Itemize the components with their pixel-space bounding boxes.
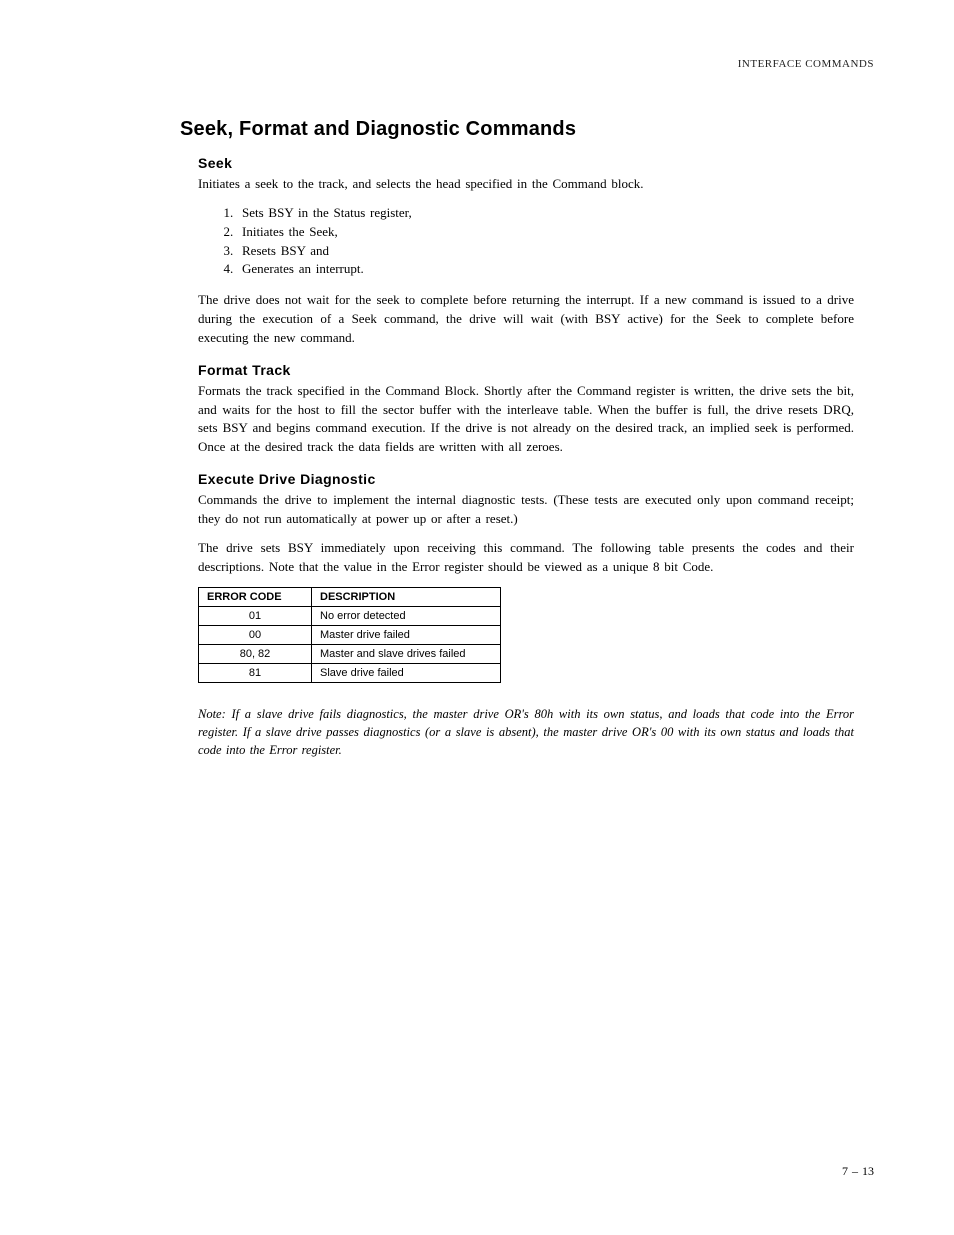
seek-intro: Initiates a seek to the track, and selec… <box>180 175 854 194</box>
table-header-desc: DESCRIPTION <box>312 587 501 606</box>
error-code-cell: 01 <box>199 606 312 625</box>
page-number: 7 – 13 <box>842 1164 874 1179</box>
seek-list-item: Sets BSY in the Status register, <box>238 204 854 223</box>
diagnostic-heading: Execute Drive Diagnostic <box>180 471 854 487</box>
diagnostic-note: Note: If a slave drive fails diagnostics… <box>180 705 854 759</box>
table-row: 01 No error detected <box>199 606 501 625</box>
table-header-code: ERROR CODE <box>199 587 312 606</box>
seek-list: Sets BSY in the Status register, Initiat… <box>180 204 854 279</box>
error-code-cell: 80, 82 <box>199 644 312 663</box>
table-row: 00 Master drive failed <box>199 625 501 644</box>
error-desc-cell: No error detected <box>312 606 501 625</box>
seek-list-item: Resets BSY and <box>238 242 854 261</box>
error-code-table: ERROR CODE DESCRIPTION 01 No error detec… <box>198 587 501 683</box>
table-row: 80, 82 Master and slave drives failed <box>199 644 501 663</box>
diagnostic-paragraph-2: The drive sets BSY immediately upon rece… <box>180 539 854 577</box>
error-code-cell: 00 <box>199 625 312 644</box>
running-header: INTERFACE COMMANDS <box>80 58 874 70</box>
section-title: Seek, Format and Diagnostic Commands <box>180 118 854 141</box>
seek-list-item: Initiates the Seek, <box>238 223 854 242</box>
error-code-cell: 81 <box>199 663 312 682</box>
seek-heading: Seek <box>180 155 854 171</box>
table-header-row: ERROR CODE DESCRIPTION <box>199 587 501 606</box>
seek-paragraph: The drive does not wait for the seek to … <box>180 291 854 348</box>
seek-list-item: Generates an interrupt. <box>238 260 854 279</box>
error-desc-cell: Slave drive failed <box>312 663 501 682</box>
diagnostic-paragraph-1: Commands the drive to implement the inte… <box>180 491 854 529</box>
error-desc-cell: Master drive failed <box>312 625 501 644</box>
table-row: 81 Slave drive failed <box>199 663 501 682</box>
format-paragraph: Formats the track specified in the Comma… <box>180 382 854 457</box>
error-desc-cell: Master and slave drives failed <box>312 644 501 663</box>
format-heading: Format Track <box>180 362 854 378</box>
content-area: Seek, Format and Diagnostic Commands See… <box>80 118 874 759</box>
